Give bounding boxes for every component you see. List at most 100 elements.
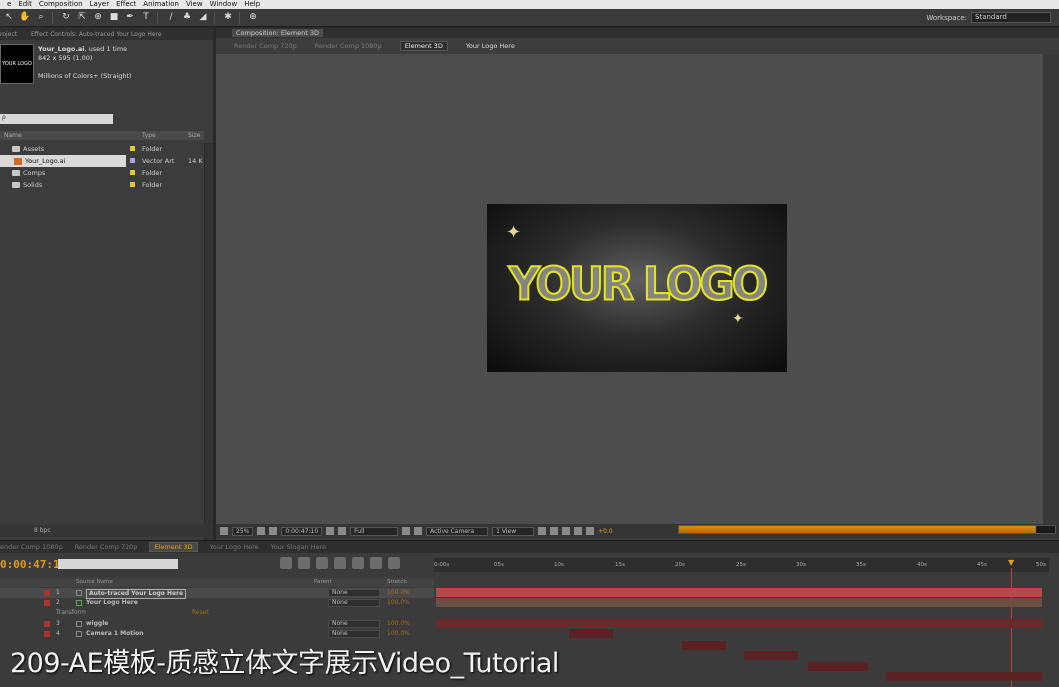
layer-duration-bar[interactable]: [436, 588, 1042, 597]
tab-composition[interactable]: Composition: Element 3D: [232, 29, 323, 37]
eraser-tool-icon[interactable]: ◢: [196, 11, 210, 24]
layer-stretch[interactable]: 100.0%: [387, 588, 410, 598]
rectangle-tool-icon[interactable]: ■: [107, 11, 121, 24]
layer-label-color[interactable]: [44, 600, 50, 606]
layer-property-row[interactable]: Transform Reset: [0, 608, 434, 618]
camera-select[interactable]: Active Camera: [426, 526, 489, 536]
layer-label-color[interactable]: [44, 590, 50, 596]
layer-duration-bar[interactable]: [744, 651, 798, 660]
parent-select[interactable]: None: [328, 599, 380, 607]
graph-editor-icon[interactable]: [388, 557, 400, 569]
layer-name[interactable]: wiggle: [86, 619, 108, 629]
composition-viewer[interactable]: ✦ ✦ YOUR LOGO: [216, 54, 1043, 524]
project-search-input[interactable]: ρ: [0, 114, 113, 124]
column-parent[interactable]: Parent: [314, 579, 332, 585]
time-ruler[interactable]: 0:00s 05s 10s 15s 20s 25s 30s 35s 40s 45…: [434, 558, 1049, 572]
text-tool-icon[interactable]: T: [139, 11, 153, 24]
layer-row[interactable]: 2 Your Logo Here None 100.0%: [0, 598, 434, 608]
brush-tool-icon[interactable]: /: [164, 11, 178, 24]
menu-view[interactable]: View: [186, 0, 203, 9]
flowchart-icon[interactable]: [574, 527, 583, 535]
layer-name[interactable]: Camera 1 Motion: [86, 629, 144, 639]
project-row-solids[interactable]: Solids Folder: [0, 179, 204, 191]
tab-render-comp-720p[interactable]: Render Comp 720p: [75, 543, 138, 551]
layer-duration-bar[interactable]: [436, 619, 1042, 628]
label-color-swatch[interactable]: [130, 158, 135, 163]
current-time-display[interactable]: 0:00:47:10: [281, 526, 323, 536]
camera-tool-icon[interactable]: ⇱: [75, 11, 89, 24]
show-channel-icon[interactable]: [338, 527, 347, 535]
zoom-tool-icon[interactable]: ⌕: [34, 11, 48, 24]
fast-previews-icon[interactable]: [550, 527, 559, 535]
layer-stretch[interactable]: 100.0%: [387, 629, 410, 639]
menu-help[interactable]: Help: [244, 0, 260, 9]
clone-stamp-tool-icon[interactable]: ♣: [180, 11, 194, 24]
label-color-swatch[interactable]: [130, 170, 135, 175]
parent-select[interactable]: None: [328, 620, 380, 628]
column-size[interactable]: Size: [188, 132, 200, 139]
selection-tool-icon[interactable]: ↖: [2, 11, 16, 24]
pan-behind-tool-icon[interactable]: ⊕: [91, 11, 105, 24]
color-depth-button[interactable]: 8 bpc: [34, 527, 51, 534]
tab-effect-controls[interactable]: Effect Controls: Auto-traced Your Logo H…: [31, 31, 162, 38]
layer-stretch[interactable]: 100.0%: [387, 619, 410, 629]
motion-blur-icon[interactable]: [370, 557, 382, 569]
project-scrollbar[interactable]: [204, 143, 213, 540]
reset-link[interactable]: Reset: [192, 608, 209, 618]
menu-window[interactable]: Window: [210, 0, 238, 9]
menu-composition[interactable]: Composition: [39, 0, 83, 9]
axis-mode-icon[interactable]: ⊕: [246, 11, 260, 24]
safe-zones-icon[interactable]: [257, 527, 266, 535]
layer-name[interactable]: Your Logo Here: [86, 598, 138, 608]
hand-tool-icon[interactable]: ✋: [18, 11, 32, 24]
flow-node[interactable]: Your Logo Here: [466, 42, 515, 50]
tab-your-slogan-here[interactable]: Your Slogan Here: [271, 543, 327, 551]
transparency-grid-icon[interactable]: [414, 527, 423, 535]
flow-node[interactable]: Render Comp 720p: [234, 42, 297, 50]
project-row-comps[interactable]: Comps Folder: [0, 167, 204, 179]
layer-duration-bar[interactable]: [886, 672, 1042, 681]
timeline-icon[interactable]: [562, 527, 571, 535]
always-preview-icon[interactable]: [220, 527, 228, 535]
workspace-select[interactable]: Standard: [971, 12, 1051, 23]
toggle-pixel-aspect-icon[interactable]: [538, 527, 547, 535]
tab-element-3d[interactable]: Element 3D: [149, 542, 198, 552]
tab-your-logo-here[interactable]: Your Logo Here: [210, 543, 259, 551]
exposure-icon[interactable]: [586, 527, 595, 535]
layer-label-color[interactable]: [44, 621, 50, 627]
draft-3d-icon[interactable]: [316, 557, 328, 569]
parent-select[interactable]: None: [328, 630, 380, 638]
label-color-swatch[interactable]: [130, 146, 135, 151]
label-color-swatch[interactable]: [130, 182, 135, 187]
column-stretch[interactable]: Stretch: [387, 579, 407, 585]
tab-render-comp-1080p[interactable]: ender Comp 1080p: [0, 543, 63, 551]
layer-duration-bar[interactable]: [436, 598, 1042, 607]
parent-select[interactable]: None: [328, 589, 380, 597]
menu-file[interactable]: e: [7, 0, 11, 9]
property-name[interactable]: Transform: [56, 608, 86, 618]
resolution-select[interactable]: Full: [350, 526, 399, 536]
viewer-scrollbar[interactable]: [1043, 54, 1059, 524]
flow-node-active[interactable]: Element 3D: [399, 41, 448, 51]
magnification-select[interactable]: 25%: [232, 526, 254, 536]
layer-row[interactable]: 4 Camera 1 Motion None 100.0%: [0, 629, 434, 639]
project-row-assets[interactable]: Assets Folder: [0, 143, 204, 155]
column-source-name[interactable]: Source Name: [76, 579, 113, 585]
menu-animation[interactable]: Animation: [143, 0, 179, 9]
layer-duration-bar[interactable]: [569, 629, 613, 638]
timeline-search-input[interactable]: [58, 559, 178, 569]
menu-edit[interactable]: Edit: [18, 0, 32, 9]
layer-stretch[interactable]: 100.0%: [387, 598, 410, 608]
pen-tool-icon[interactable]: ✒: [123, 11, 137, 24]
project-row-your-logo[interactable]: Your_Logo.ai Vector Art 14 K: [0, 155, 204, 167]
layer-row[interactable]: 1 Auto-traced Your Logo Here None 100.0%: [0, 588, 434, 599]
column-name[interactable]: Name: [4, 132, 22, 139]
mask-visibility-icon[interactable]: [269, 527, 278, 535]
exposure-value[interactable]: +0.0: [598, 528, 613, 535]
puppet-tool-icon[interactable]: ✱: [221, 11, 235, 24]
region-of-interest-icon[interactable]: [402, 527, 411, 535]
shy-layers-icon[interactable]: [334, 557, 346, 569]
column-type[interactable]: Type: [142, 132, 156, 139]
comp-mini-flowchart-icon[interactable]: [280, 557, 292, 569]
timeline-timecode[interactable]: 0:00:47:10: [0, 558, 66, 571]
